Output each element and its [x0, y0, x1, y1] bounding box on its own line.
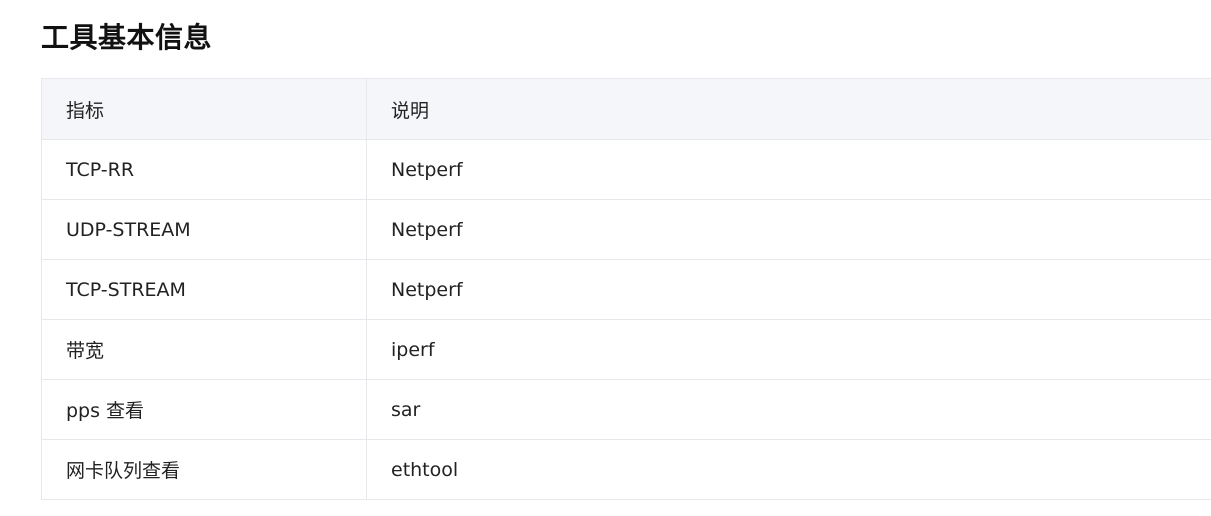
- table-header-row: 指标 说明: [41, 78, 1211, 140]
- metric-cell: TCP-RR: [41, 139, 367, 200]
- description-cell: iperf: [366, 319, 1211, 380]
- metric-cell: pps 查看: [41, 379, 367, 440]
- page-title: 工具基本信息: [41, 21, 213, 54]
- description-cell: ethtool: [366, 439, 1211, 500]
- description-cell: Netperf: [366, 139, 1211, 200]
- description-cell: Netperf: [366, 199, 1211, 260]
- column-header-metric: 指标: [41, 78, 367, 140]
- metric-cell: 带宽: [41, 319, 367, 380]
- description-cell: Netperf: [366, 259, 1211, 320]
- table-header: 指标 说明: [41, 78, 1211, 140]
- metric-cell: 网卡队列查看: [41, 439, 367, 500]
- table-row: 网卡队列查看 ethtool: [41, 439, 1211, 500]
- table-body: TCP-RR Netperf UDP-STREAM Netperf TCP-ST…: [41, 139, 1211, 500]
- table-row: pps 查看 sar: [41, 379, 1211, 440]
- table-row: 带宽 iperf: [41, 319, 1211, 380]
- metric-cell: TCP-STREAM: [41, 259, 367, 320]
- table-row: UDP-STREAM Netperf: [41, 199, 1211, 260]
- table-row: TCP-STREAM Netperf: [41, 259, 1211, 320]
- tool-info-table: 指标 说明 TCP-RR Netperf UDP-STREAM Netperf …: [41, 78, 1211, 500]
- metric-cell: UDP-STREAM: [41, 199, 367, 260]
- column-header-description: 说明: [366, 78, 1211, 140]
- table-row: TCP-RR Netperf: [41, 139, 1211, 200]
- description-cell: sar: [366, 379, 1211, 440]
